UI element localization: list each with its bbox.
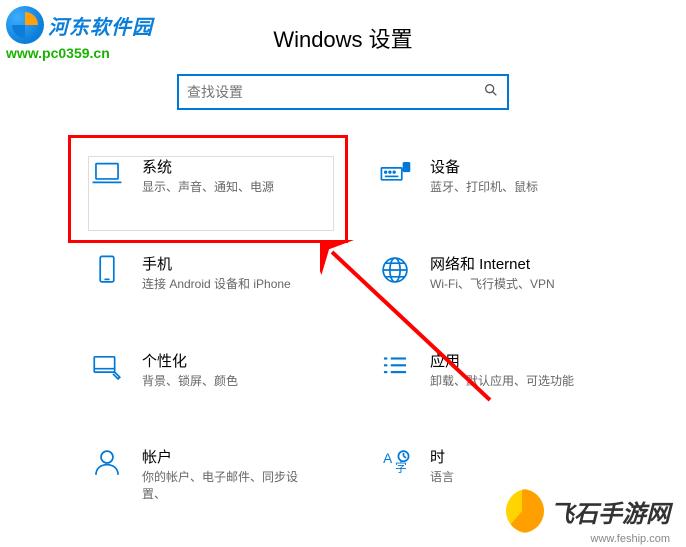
globe-icon [378,253,412,287]
search-box[interactable] [177,74,509,110]
watermark-left-logo: 河东软件园 [6,6,153,44]
keyboard-icon [378,156,412,190]
tile-title: 时 [430,446,454,467]
tile-title: 设备 [430,156,538,177]
settings-grid: 系统 显示、声音、通知、电源 设备 蓝牙、打印机、鼠标 手机 连接 Androi… [0,150,686,509]
tile-devices[interactable]: 设备 蓝牙、打印机、鼠标 [378,150,606,202]
laptop-icon [90,156,124,190]
watermark-left-url: www.pc0359.cn [6,45,110,61]
tile-title: 系统 [142,156,274,177]
tile-desc: Wi-Fi、飞行模式、VPN [430,276,555,293]
watermark-right-text: 飞石手游网 [550,494,670,529]
tile-network[interactable]: 网络和 Internet Wi-Fi、飞行模式、VPN [378,247,606,299]
tile-apps[interactable]: 应用 卸载、默认应用、可选功能 [378,344,606,396]
apps-list-icon [378,350,412,384]
phone-icon [90,253,124,287]
tile-desc: 蓝牙、打印机、鼠标 [430,179,538,196]
tile-personalization[interactable]: 个性化 背景、锁屏、颜色 [90,344,318,396]
search-input[interactable] [187,84,483,100]
svg-text:A: A [383,451,393,466]
tile-title: 手机 [142,253,291,274]
tile-accounts[interactable]: 帐户 你的帐户、电子邮件、同步设置、 [90,440,318,509]
tile-title: 应用 [430,350,574,371]
tile-desc: 显示、声音、通知、电源 [142,179,274,196]
person-icon [90,446,124,480]
tile-desc: 背景、锁屏、颜色 [142,373,238,390]
tile-desc: 语言 [430,469,454,486]
tile-phone[interactable]: 手机 连接 Android 设备和 iPhone [90,247,318,299]
watermark-right-logo: 飞石手游网 [500,489,670,533]
tile-title: 网络和 Internet [430,253,555,274]
time-language-icon: A字 [378,446,412,480]
tile-title: 帐户 [142,446,312,467]
tile-desc: 卸载、默认应用、可选功能 [430,373,574,390]
watermark-left-text: 河东软件园 [48,11,153,40]
tile-desc: 连接 Android 设备和 iPhone [142,276,291,293]
tile-desc: 你的帐户、电子邮件、同步设置、 [142,469,312,503]
watermark-right-url: www.feship.com [591,533,670,545]
tile-system[interactable]: 系统 显示、声音、通知、电源 [90,150,318,202]
tile-title: 个性化 [142,350,238,371]
search-icon [483,82,499,103]
paintbrush-icon [90,350,124,384]
search-container [0,74,686,110]
svg-text:字: 字 [395,461,407,475]
